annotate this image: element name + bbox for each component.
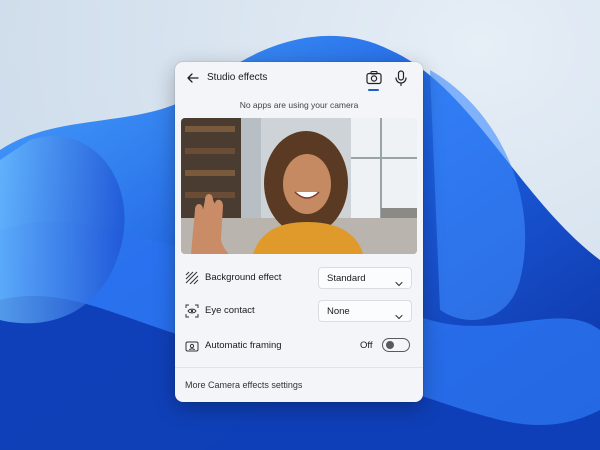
panel-header: Studio effects (175, 62, 423, 94)
back-arrow-icon[interactable] (185, 70, 201, 86)
automatic-framing-label: Automatic framing (205, 340, 282, 351)
eye-contact-value: None (327, 306, 350, 317)
eye-contact-row: Eye contact None (175, 300, 423, 322)
footer-divider (175, 367, 423, 368)
tab-active-indicator (368, 89, 379, 91)
background-effect-icon (185, 271, 199, 285)
background-effect-dropdown[interactable]: Standard (318, 267, 412, 289)
eye-contact-label: Eye contact (205, 305, 255, 316)
background-effect-value: Standard (327, 273, 366, 284)
automatic-framing-row: Automatic framing Off (175, 335, 423, 357)
eye-contact-icon (185, 304, 199, 318)
studio-effects-panel: Studio effects No apps are using your ca… (175, 62, 423, 402)
automatic-framing-toggle[interactable] (382, 338, 410, 352)
eye-contact-dropdown[interactable]: None (318, 300, 412, 322)
background-effect-row: Background effect Standard (175, 267, 423, 289)
auto-framing-icon (185, 339, 199, 353)
camera-preview (181, 118, 417, 254)
camera-status-text: No apps are using your camera (239, 100, 359, 110)
page-title: Studio effects (207, 72, 268, 83)
microphone-icon[interactable] (393, 69, 409, 87)
more-camera-settings-link[interactable]: More Camera effects settings (185, 380, 302, 390)
camera-icon[interactable] (365, 69, 383, 87)
background-effect-label: Background effect (205, 272, 282, 283)
chevron-down-icon (395, 275, 403, 287)
toggle-knob (386, 341, 394, 349)
chevron-down-icon (395, 308, 403, 320)
automatic-framing-state: Off (360, 340, 373, 351)
